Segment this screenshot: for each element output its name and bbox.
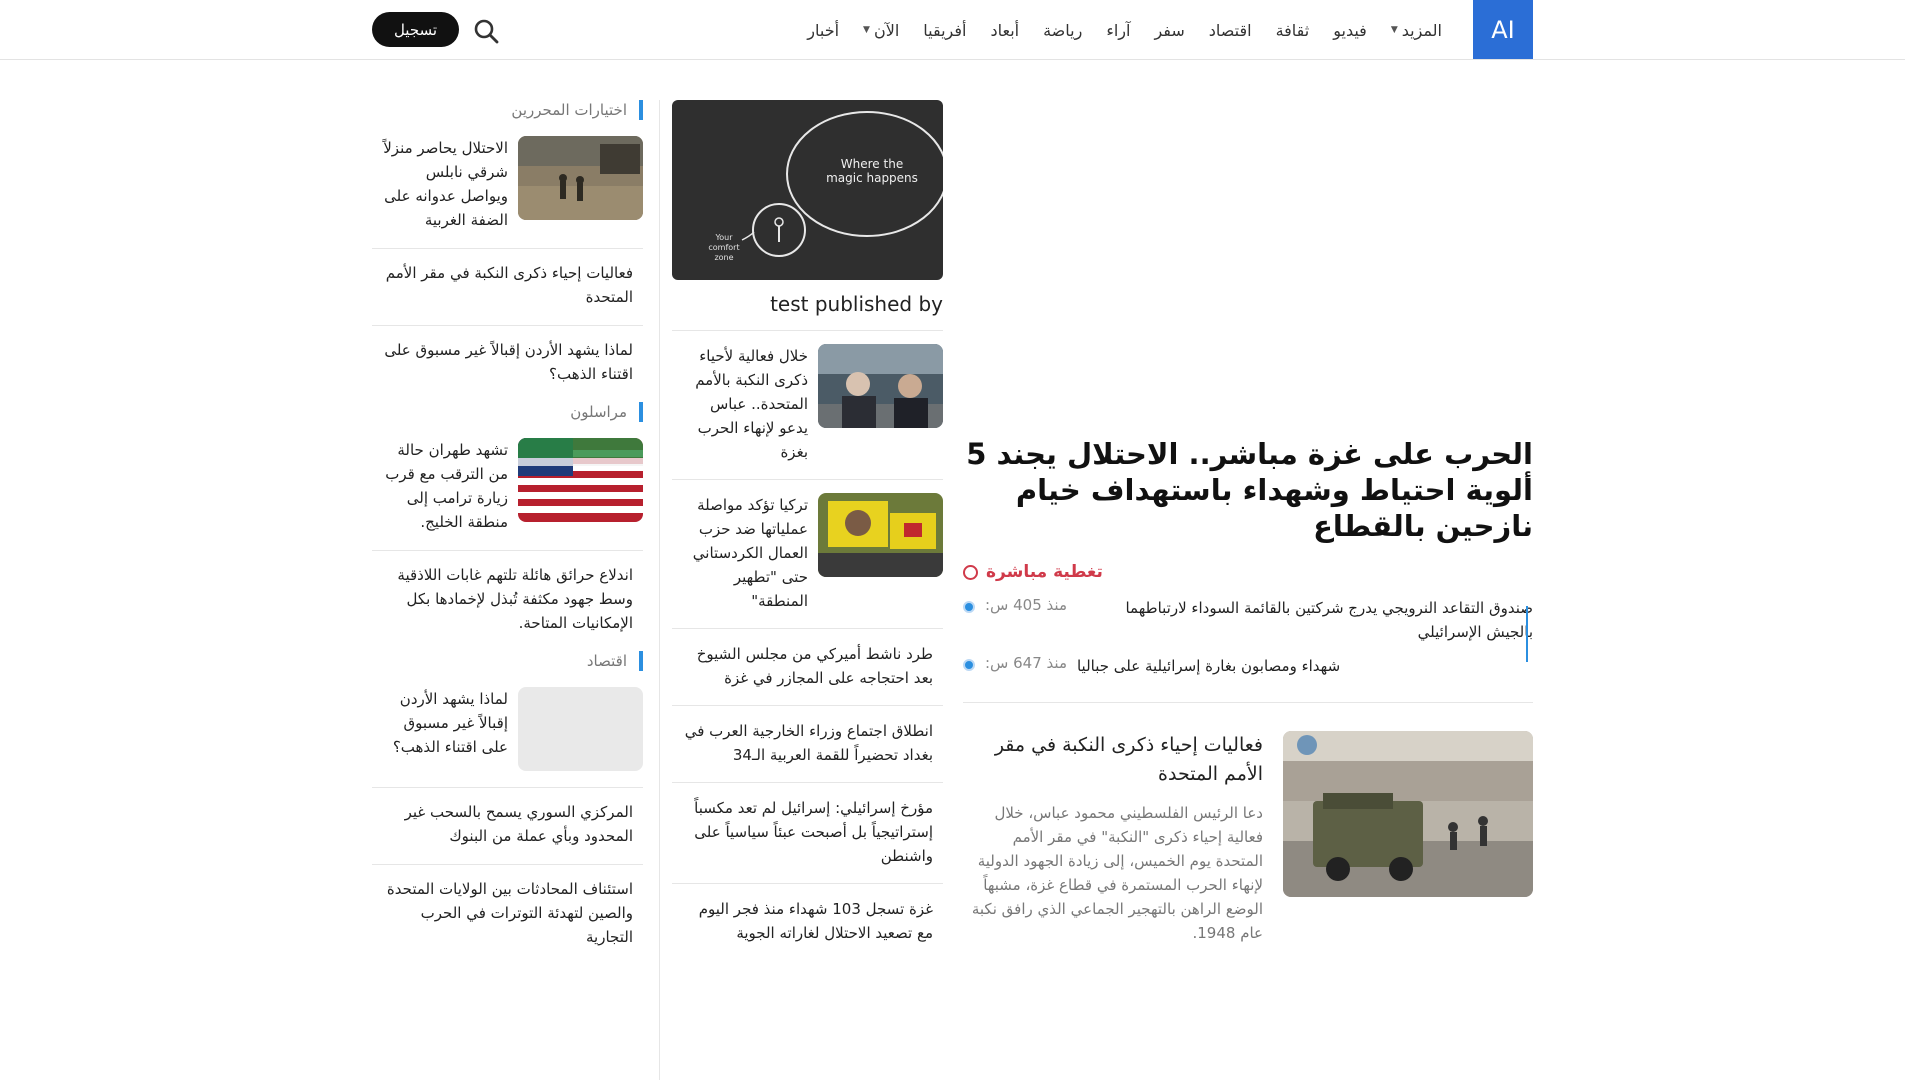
feature-image-text: zone	[714, 253, 733, 262]
list-item[interactable]: المركزي السوري يسمح بالسحب غير المحدود و…	[372, 788, 643, 865]
section-title-editors-picks: اختيارات المحررين	[372, 100, 643, 120]
column-divider	[659, 100, 660, 1080]
section-title-economy: اقتصاد	[372, 651, 643, 671]
nav-item-economy[interactable]: اقتصاد	[1209, 21, 1252, 40]
timeline-line	[1526, 606, 1528, 662]
live-label-text: تغطية مباشرة	[986, 562, 1103, 582]
article-title[interactable]: المركزي السوري يسمح بالسحب غير المحدود و…	[372, 800, 643, 848]
feature-image-text: magic happens	[826, 171, 918, 185]
article-title[interactable]: انطلاق اجتماع وزراء الخارجية العرب في بغ…	[672, 719, 943, 767]
featured-image[interactable]: Where the magic happens Your comfort zon…	[672, 100, 943, 280]
article-thumbnail[interactable]	[818, 493, 943, 577]
article-title[interactable]: مؤرخ إسرائيلي: إسرائيل لم تعد مكسباً إست…	[672, 796, 943, 868]
main-column: الحرب على غزة مباشر.. الاحتلال يجند 5 أل…	[963, 100, 1533, 945]
main-nav: أخبار الآن ▼ أفريقيا أبعاد رياضة آراء سفر…	[807, 0, 1442, 60]
timeline-dot-icon	[963, 601, 975, 613]
nav-item-video[interactable]: فيديو	[1333, 21, 1367, 40]
article-title[interactable]: الاحتلال يحاصر منزلاً شرقي نابلس ويواصل …	[372, 136, 518, 232]
article-title[interactable]: فعاليات إحياء ذكرى النكبة في مقر الأمم ا…	[372, 261, 643, 309]
article-title[interactable]: خلال فعالية لأحياء ذكرى النكبة بالأمم ال…	[672, 344, 818, 464]
nav-item-dimensions[interactable]: أبعاد	[990, 21, 1019, 40]
section-title-correspondents: مراسلون	[372, 402, 643, 422]
register-button[interactable]: تسجيل	[372, 12, 459, 47]
list-item[interactable]: خلال فعالية لأحياء ذكرى النكبة بالأمم ال…	[672, 331, 943, 480]
article-thumbnail[interactable]	[518, 438, 643, 522]
feature-image-text: Where the	[841, 157, 903, 171]
list-item[interactable]: الاحتلال يحاصر منزلاً شرقي نابلس ويواصل …	[372, 124, 643, 249]
nav-item-now[interactable]: الآن ▼	[863, 21, 899, 40]
timeline-item[interactable]: منذ 405 س: صندوق التقاعد النرويجي يدرج ش…	[963, 596, 1533, 644]
chevron-down-icon: ▼	[1390, 25, 1398, 35]
nav-item-travel[interactable]: سفر	[1154, 21, 1184, 40]
nav-item-sports[interactable]: رياضة	[1043, 21, 1082, 40]
featured-caption[interactable]: test published by	[672, 280, 943, 331]
lead-headline[interactable]: الحرب على غزة مباشر.. الاحتلال يجند 5 أل…	[963, 436, 1533, 544]
secondary-story[interactable]: فعاليات إحياء ذكرى النكبة في مقر الأمم ا…	[963, 731, 1533, 945]
article-title[interactable]: اندلاع حرائق هائلة تلتهم غابات اللاذقية …	[372, 563, 643, 635]
update-time: منذ 405 س:	[985, 596, 1067, 614]
article-title[interactable]: تشهد طهران حالة من الترقب مع قرب زيارة ت…	[372, 438, 518, 534]
article-title[interactable]: لماذا يشهد الأردن إقبالاً غير مسبوق على …	[372, 687, 518, 759]
list-item[interactable]: لماذا يشهد الأردن إقبالاً غير مسبوق على …	[372, 675, 643, 788]
story-image[interactable]	[1283, 731, 1533, 897]
live-indicator-icon	[963, 564, 978, 580]
nav-item-news[interactable]: أخبار	[807, 21, 839, 40]
nav-item-opinions[interactable]: آراء	[1106, 21, 1130, 40]
update-text[interactable]: صندوق التقاعد النرويجي يدرج شركتين بالقا…	[1077, 596, 1533, 644]
story-title[interactable]: فعاليات إحياء ذكرى النكبة في مقر الأمم ا…	[963, 731, 1263, 789]
chevron-down-icon: ▼	[863, 25, 870, 35]
live-updates-timeline: منذ 405 س: صندوق التقاعد النرويجي يدرج ش…	[963, 596, 1533, 703]
article-thumbnail[interactable]	[818, 344, 943, 428]
article-title[interactable]: غزة تسجل 103 شهداء منذ فجر اليوم مع تصعي…	[672, 897, 943, 945]
update-time: منذ 647 س:	[985, 654, 1067, 672]
list-item[interactable]: لماذا يشهد الأردن إقبالاً غير مسبوق على …	[372, 326, 643, 402]
list-item[interactable]: مؤرخ إسرائيلي: إسرائيل لم تعد مكسباً إست…	[672, 783, 943, 884]
nav-item-more[interactable]: المزيد ▼	[1391, 21, 1442, 40]
list-item[interactable]: اندلاع حرائق هائلة تلتهم غابات اللاذقية …	[372, 551, 643, 651]
site-logo[interactable]: AI	[1473, 0, 1533, 59]
article-thumbnail-placeholder[interactable]	[518, 687, 643, 771]
article-title[interactable]: تركيا تؤكد مواصلة عملياتها ضد حزب العمال…	[672, 493, 818, 613]
list-item[interactable]: فعاليات إحياء ذكرى النكبة في مقر الأمم ا…	[372, 249, 643, 326]
top-navigation-bar: AI أخبار الآن ▼ أفريقيا أبعاد رياضة آراء …	[0, 0, 1905, 60]
nav-item-africa[interactable]: أفريقيا	[923, 21, 966, 40]
update-text[interactable]: شهداء ومصابون بغارة إسرائيلية على جباليا	[1077, 654, 1340, 678]
article-title[interactable]: استئناف المحادثات بين الولايات المتحدة و…	[372, 877, 643, 949]
search-icon[interactable]	[472, 17, 500, 45]
list-item[interactable]: تركيا تؤكد مواصلة عملياتها ضد حزب العمال…	[672, 480, 943, 629]
list-item[interactable]: تشهد طهران حالة من الترقب مع قرب زيارة ت…	[372, 426, 643, 551]
middle-column: Where the magic happens Your comfort zon…	[672, 100, 943, 960]
story-body: فعاليات إحياء ذكرى النكبة في مقر الأمم ا…	[963, 731, 1273, 945]
feature-image-text: Your	[714, 233, 733, 242]
article-title[interactable]: طرد ناشط أميركي من مجلس الشيوخ بعد احتجا…	[672, 642, 943, 690]
article-title[interactable]: لماذا يشهد الأردن إقبالاً غير مسبوق على …	[372, 338, 643, 386]
list-item[interactable]: استئناف المحادثات بين الولايات المتحدة و…	[372, 865, 643, 965]
nav-item-culture[interactable]: ثقافة	[1276, 21, 1310, 40]
list-item[interactable]: غزة تسجل 103 شهداء منذ فجر اليوم مع تصعي…	[672, 884, 943, 960]
story-summary: دعا الرئيس الفلسطيني محمود عباس، خلال فع…	[971, 804, 1263, 942]
feature-image-text: comfort	[708, 243, 739, 252]
timeline-dot-icon	[963, 659, 975, 671]
sidebar-left: اختيارات المحررين الاحتلال يحاصر منزلاً …	[372, 100, 643, 965]
live-coverage-label[interactable]: تغطية مباشرة	[963, 562, 1533, 582]
timeline-item[interactable]: منذ 647 س: شهداء ومصابون بغارة إسرائيلية…	[963, 654, 1533, 678]
list-item[interactable]: طرد ناشط أميركي من مجلس الشيوخ بعد احتجا…	[672, 629, 943, 706]
list-item[interactable]: انطلاق اجتماع وزراء الخارجية العرب في بغ…	[672, 706, 943, 783]
article-thumbnail[interactable]	[518, 136, 643, 220]
